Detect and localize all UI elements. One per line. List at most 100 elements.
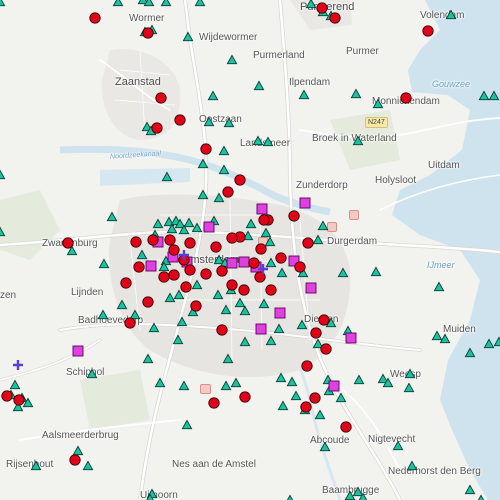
red-circle-marker[interactable] <box>120 277 132 289</box>
teal-triangle-marker[interactable] <box>178 380 190 391</box>
teal-triangle-marker[interactable] <box>0 226 6 237</box>
teal-triangle-marker[interactable] <box>173 289 185 300</box>
teal-triangle-marker[interactable] <box>372 98 384 109</box>
teal-triangle-marker[interactable] <box>182 31 194 42</box>
magenta-square-marker[interactable] <box>226 257 238 269</box>
red-circle-marker[interactable] <box>142 296 154 308</box>
red-circle-marker[interactable] <box>309 392 321 404</box>
teal-triangle-marker[interactable] <box>445 9 457 20</box>
red-circle-marker[interactable] <box>216 265 228 277</box>
teal-triangle-marker[interactable] <box>154 377 166 388</box>
red-circle-marker[interactable] <box>226 232 238 244</box>
red-circle-marker[interactable] <box>89 12 101 24</box>
red-circle-marker[interactable] <box>275 252 287 264</box>
teal-triangle-marker[interactable] <box>222 353 234 364</box>
map-view[interactable]: Wormer Purmerend Volendam Wijdewormer Pu… <box>0 0 500 500</box>
magenta-square-marker[interactable] <box>299 197 311 209</box>
teal-triangle-marker[interactable] <box>404 368 416 379</box>
teal-triangle-marker[interactable] <box>433 281 445 292</box>
red-circle-marker[interactable] <box>301 360 313 372</box>
teal-triangle-marker[interactable] <box>305 0 317 9</box>
red-circle-marker[interactable] <box>130 236 142 248</box>
red-circle-marker[interactable] <box>184 264 196 276</box>
teal-triangle-marker[interactable] <box>106 211 118 222</box>
teal-triangle-marker[interactable] <box>82 460 94 471</box>
red-circle-marker[interactable] <box>258 214 270 226</box>
red-circle-marker[interactable] <box>124 317 136 329</box>
teal-triangle-marker[interactable] <box>0 0 6 7</box>
teal-triangle-marker[interactable] <box>9 379 21 390</box>
teal-triangle-marker[interactable] <box>152 218 164 229</box>
teal-triangle-marker[interactable] <box>97 309 109 320</box>
teal-triangle-marker[interactable] <box>213 192 225 203</box>
red-circle-marker[interactable] <box>164 234 176 246</box>
teal-triangle-marker[interactable] <box>314 409 326 420</box>
teal-triangle-marker[interactable] <box>350 88 362 99</box>
teal-triangle-marker[interactable] <box>439 333 451 344</box>
red-circle-marker[interactable] <box>216 324 228 336</box>
red-circle-marker[interactable] <box>222 186 234 198</box>
teal-triangle-marker[interactable] <box>273 323 285 334</box>
red-circle-marker[interactable] <box>200 268 212 280</box>
red-circle-marker[interactable] <box>1 390 13 402</box>
teal-triangle-marker[interactable] <box>136 249 148 260</box>
teal-triangle-marker[interactable] <box>493 336 500 347</box>
red-circle-marker[interactable] <box>248 257 260 269</box>
red-circle-marker[interactable] <box>174 114 186 126</box>
teal-triangle-marker[interactable] <box>181 419 193 430</box>
purple-plus-marker[interactable] <box>13 360 23 370</box>
teal-triangle-marker[interactable] <box>112 0 124 7</box>
red-circle-marker[interactable] <box>168 269 180 281</box>
teal-triangle-marker[interactable] <box>286 376 298 387</box>
teal-triangle-marker[interactable] <box>213 254 225 265</box>
red-circle-marker[interactable] <box>320 343 332 355</box>
teal-triangle-marker[interactable] <box>262 136 274 147</box>
teal-triangle-marker[interactable] <box>203 116 215 127</box>
red-circle-marker[interactable] <box>180 281 192 293</box>
teal-triangle-marker[interactable] <box>220 304 232 315</box>
red-circle-marker[interactable] <box>255 243 267 255</box>
teal-triangle-marker[interactable] <box>161 171 173 182</box>
teal-triangle-marker[interactable] <box>265 257 277 268</box>
teal-triangle-marker[interactable] <box>164 292 176 303</box>
red-circle-marker[interactable] <box>234 174 246 186</box>
red-circle-marker[interactable] <box>155 92 167 104</box>
red-circle-marker[interactable] <box>318 314 330 326</box>
teal-triangle-marker[interactable] <box>226 54 238 65</box>
teal-triangle-marker[interactable] <box>403 382 415 393</box>
red-circle-marker[interactable] <box>200 143 212 155</box>
red-circle-marker[interactable] <box>288 210 300 222</box>
magenta-square-marker[interactable] <box>145 260 157 272</box>
magenta-square-marker[interactable] <box>305 282 317 294</box>
teal-triangle-marker[interactable] <box>129 309 141 320</box>
teal-triangle-marker[interactable] <box>464 347 476 358</box>
teal-triangle-marker[interactable] <box>476 494 485 500</box>
teal-triangle-marker[interactable] <box>317 220 329 231</box>
magenta-square-marker[interactable] <box>255 323 267 335</box>
teal-triangle-marker[interactable] <box>478 90 490 101</box>
teal-triangle-marker[interactable] <box>488 90 500 101</box>
teal-triangle-marker[interactable] <box>275 372 287 383</box>
teal-triangle-marker[interactable] <box>116 299 128 310</box>
teal-triangle-marker[interactable] <box>352 486 364 497</box>
teal-triangle-marker[interactable] <box>220 380 232 391</box>
teal-triangle-marker[interactable] <box>335 392 347 403</box>
red-circle-marker[interactable] <box>294 261 306 273</box>
teal-triangle-marker[interactable] <box>298 89 310 100</box>
teal-triangle-marker[interactable] <box>207 90 219 101</box>
teal-triangle-marker[interactable] <box>148 322 160 333</box>
teal-triangle-marker[interactable] <box>353 374 365 385</box>
red-circle-marker[interactable] <box>300 401 312 413</box>
teal-triangle-marker[interactable] <box>234 297 246 308</box>
teal-triangle-marker[interactable] <box>253 80 265 91</box>
teal-triangle-marker[interactable] <box>98 258 110 269</box>
teal-triangle-marker[interactable] <box>218 164 230 175</box>
teal-triangle-marker[interactable] <box>0 169 6 180</box>
teal-triangle-marker[interactable] <box>176 316 188 327</box>
red-circle-marker[interactable] <box>238 284 250 296</box>
teal-triangle-marker[interactable] <box>218 145 230 156</box>
red-circle-marker[interactable] <box>13 394 25 406</box>
magenta-square-marker[interactable] <box>328 380 340 392</box>
magenta-square-marker[interactable] <box>72 345 84 357</box>
teal-triangle-marker[interactable] <box>30 460 42 471</box>
